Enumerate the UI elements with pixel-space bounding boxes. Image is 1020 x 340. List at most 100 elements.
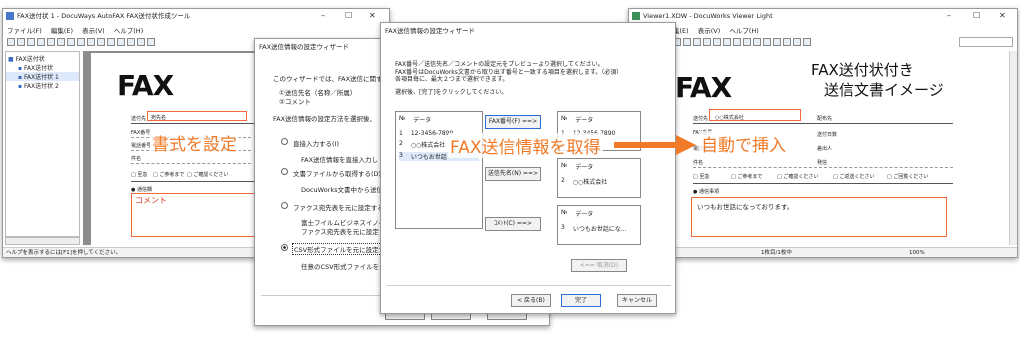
close-button[interactable]: ✕ <box>369 9 376 22</box>
select-icon[interactable] <box>703 38 711 46</box>
print-icon[interactable] <box>763 38 771 46</box>
paste-icon[interactable] <box>47 38 55 46</box>
list-item[interactable]: 3 いつもお世話にな... <box>561 224 637 233</box>
new-icon[interactable] <box>7 38 15 46</box>
cancel-button[interactable]: キャンセル <box>617 294 657 307</box>
check-confirm[interactable]: □ ご確認ください <box>187 171 228 178</box>
table-icon[interactable] <box>127 38 135 46</box>
first-page-icon[interactable] <box>723 38 731 46</box>
last-page-icon[interactable] <box>753 38 761 46</box>
list-header-data: データ <box>413 117 432 124</box>
viewer-comment-header: ● 通信事項 <box>693 189 719 195</box>
viewer-fax-logo: FAX <box>675 71 732 104</box>
window-title: FAX送付状 1 - DocuWays AutoFAX FAX送付状作成ツール <box>17 12 191 20</box>
viewer-close-button[interactable]: ✕ <box>999 9 1006 22</box>
rotate-icon[interactable] <box>793 38 801 46</box>
menu-edit[interactable]: 編集(E) <box>51 27 73 35</box>
properties-icon[interactable] <box>803 38 811 46</box>
viewer-check-urgent: □ 至急 <box>693 174 710 180</box>
list-item[interactable]: 2 ○○株式会社 <box>561 177 637 186</box>
settings-icon[interactable] <box>147 38 155 46</box>
list-header-no: № <box>561 162 568 169</box>
zoom-level: 100% <box>909 250 925 256</box>
zoom-out-icon[interactable] <box>117 38 125 46</box>
list-header-data: データ <box>575 164 594 171</box>
comment-placeholder: コメント <box>135 196 167 205</box>
check-urgent[interactable]: □ 至急 <box>131 171 147 178</box>
list-header-no: № <box>561 209 568 216</box>
next-page-icon[interactable] <box>743 38 751 46</box>
recipient-name-button[interactable]: 送信先名(N) ==> <box>485 167 541 181</box>
print-icon[interactable] <box>57 38 65 46</box>
viewer-minimize-button[interactable]: – <box>947 9 951 22</box>
viewer-to-label: 送付先 <box>693 116 709 122</box>
wizard2-desc-line2: FAX番号はDocuWorks文書から取り出す番号と一致する項目を選択します。（… <box>395 68 623 76</box>
minimize-button[interactable]: – <box>321 9 325 22</box>
fit-page-icon[interactable] <box>773 38 781 46</box>
viewer-check-reply: □ ご返送ください <box>833 174 875 180</box>
check-reference[interactable]: □ ご参考まで <box>153 171 184 178</box>
annotation-format: 書式を設定 <box>150 130 239 155</box>
fit-width-icon[interactable] <box>783 38 791 46</box>
save-icon[interactable] <box>27 38 35 46</box>
image-icon[interactable] <box>97 38 105 46</box>
to-value: 宛先名 <box>151 115 167 121</box>
tree-root[interactable]: ■ FAX送付状 <box>6 52 79 63</box>
comment-button[interactable]: ｺﾒﾝﾄ(C) ==> <box>485 217 541 231</box>
radio-direct[interactable] <box>281 138 288 145</box>
list-header-data: データ <box>575 211 594 218</box>
finish-button[interactable]: 完了 <box>561 294 601 307</box>
menu-view[interactable]: 表示(V) <box>82 27 105 35</box>
menu-help[interactable]: ヘルプ(H) <box>114 27 143 35</box>
radio-from-doc[interactable] <box>281 168 288 175</box>
viewer-menu-help[interactable]: ヘルプ(H) <box>729 27 758 35</box>
radio-fax-list-desc2: ファクス宛先表を元に設定し <box>301 228 386 236</box>
zoom-out-icon[interactable] <box>683 38 691 46</box>
viewer-check-circulate: □ ご回覧ください <box>887 174 929 180</box>
text-select-icon[interactable] <box>713 38 721 46</box>
remove-button[interactable]: <== 取消(D) <box>571 259 627 272</box>
recipient-name-target[interactable]: № データ 2 ○○株式会社 <box>557 158 641 198</box>
tree-scrollbar[interactable] <box>5 237 80 245</box>
annotation-acquire: FAX送信情報を取得 <box>448 133 603 158</box>
grid-icon[interactable] <box>87 38 95 46</box>
viewer-menu-view[interactable]: 表示(V) <box>698 27 721 35</box>
comment-target[interactable]: № データ 3 いつもお世話にな... <box>557 205 641 245</box>
viewer-scrollbar[interactable] <box>1009 51 1017 245</box>
tree-item[interactable]: ▪ FAX送付状 2 <box>6 81 79 90</box>
radio-csv-desc: 任意のCSV形式ファイルを元 <box>301 263 386 271</box>
arrow-icon <box>614 135 696 155</box>
fax-label: FAX番号 <box>131 130 151 136</box>
viewer-maximize-button[interactable]: ☐ <box>973 9 980 22</box>
viewer-check-confirm: □ ご確認ください <box>777 174 819 180</box>
text-icon[interactable] <box>77 38 85 46</box>
radio-direct-desc: FAX送信情報を直接入力し <box>301 156 379 164</box>
hand-icon[interactable] <box>693 38 701 46</box>
wizard2-title: FAX送信情報の設定ウィザード <box>385 27 476 35</box>
radio-fax-list[interactable] <box>281 202 288 209</box>
list-header-data: データ <box>575 117 594 124</box>
menu-file[interactable]: ファイル(F) <box>7 27 42 35</box>
radio-csv[interactable] <box>281 244 288 251</box>
toolbar <box>7 37 155 47</box>
wizard2-titlebar: FAX送信情報の設定ウィザード <box>381 23 675 39</box>
wizard2-desc-line4: 選択後、[完了]をクリックしてください。 <box>395 88 508 96</box>
preview-list[interactable]: № データ 1 12-3456-7890 2 ○○株式会社 3 いつもお世話 <box>395 111 483 229</box>
rule <box>693 183 953 184</box>
status-text: ヘルプを表示するには[F1]を押してください。 <box>6 250 122 256</box>
to-label: 送付先 <box>131 116 147 122</box>
maximize-button[interactable]: ☐ <box>345 9 352 22</box>
tree-item[interactable]: ▪ FAX送付状 <box>6 63 79 72</box>
viewer-from-label: 差出人 <box>817 146 833 152</box>
pointer-icon[interactable] <box>67 38 75 46</box>
open-icon[interactable] <box>17 38 25 46</box>
zoom-in-icon[interactable] <box>107 38 115 46</box>
copy-icon[interactable] <box>37 38 45 46</box>
tree-item-selected[interactable]: ▪ FAX送付状 1 <box>6 72 79 81</box>
help-icon[interactable] <box>137 38 145 46</box>
prev-page-icon[interactable] <box>733 38 741 46</box>
viewer-search-box[interactable] <box>959 37 1013 47</box>
radio-from-doc-desc: DocuWorks文書中から送信 <box>301 186 384 194</box>
back-button[interactable]: < 戻る(B) <box>511 294 551 307</box>
fax-number-button[interactable]: FAX番号(F) ==> <box>485 115 541 129</box>
